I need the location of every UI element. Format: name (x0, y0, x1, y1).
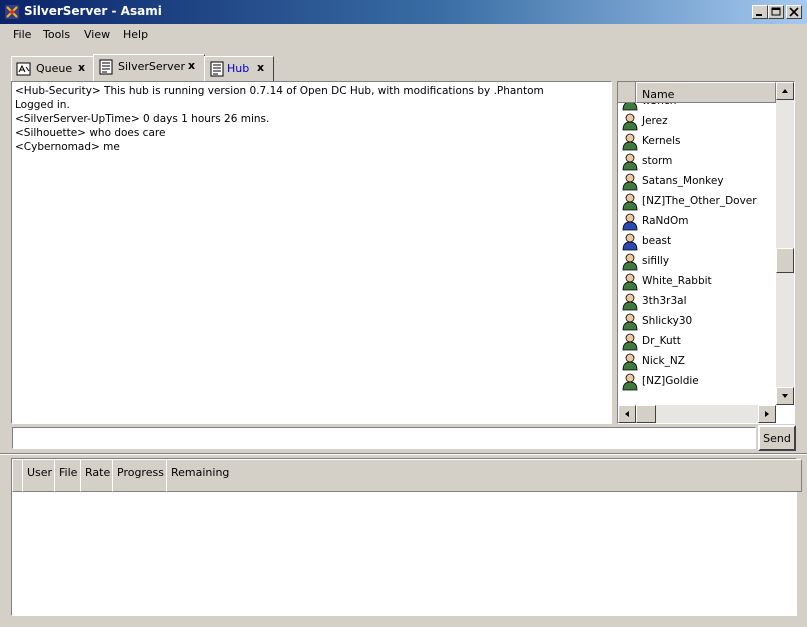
user-name: Nick_NZ (642, 355, 685, 367)
user-row[interactable]: Jerez (622, 112, 772, 132)
user-name: Jerez (642, 115, 668, 127)
chat-line: <SilverServer-UpTime> 0 days 1 hours 26 … (15, 113, 270, 125)
message-input[interactable] (12, 427, 756, 449)
chat-line: <Hub-Security> This hub is running versi… (15, 85, 544, 97)
user-row[interactable]: storm (622, 152, 772, 172)
menu-bar: File Tools View Help (4, 24, 803, 46)
app-icon (4, 4, 20, 20)
user-name: beast (642, 235, 672, 247)
transfer-list[interactable]: User File Rate Progress Remaining (11, 458, 802, 616)
user-icon-green (622, 113, 638, 131)
user-icon-green (622, 353, 638, 371)
tab-close-icon[interactable]: x (257, 61, 264, 74)
user-name: [NZ]Goldie (642, 375, 699, 387)
user-name: 3th3r3al (642, 295, 687, 307)
title-bar[interactable]: SilverServer - Asami (0, 0, 807, 24)
user-row[interactable]: 3th3r3al (622, 292, 772, 312)
user-name: Shlicky30 (642, 315, 693, 327)
queue-icon (16, 61, 32, 77)
user-icon-blue (622, 233, 638, 251)
chat-log[interactable]: <Hub-Security> This hub is running versi… (11, 81, 612, 424)
chat-line: <Silhouette> who does care (15, 127, 166, 139)
tab-hub[interactable]: Hub x (204, 56, 274, 81)
user-icon-green (622, 273, 638, 291)
user-row[interactable]: Dr_Kutt (622, 332, 772, 352)
user-icon-green (622, 333, 638, 351)
user-icon-green (622, 133, 638, 151)
scroll-thumb[interactable] (636, 405, 656, 423)
tab-close-icon[interactable]: x (78, 61, 85, 74)
user-row[interactable]: Kernels (622, 132, 772, 152)
user-name: Kernels (642, 135, 681, 147)
tab-silverserver[interactable]: SilverServer x (93, 54, 205, 82)
user-row[interactable]: sifilly (622, 252, 772, 272)
user-row[interactable]: beast (622, 232, 772, 252)
user-name: RaNdOm (642, 215, 689, 227)
tab-label: Hub (227, 62, 250, 75)
menu-tools[interactable]: Tools (43, 28, 70, 41)
user-name: White_Rabbit (642, 275, 712, 287)
column-remaining[interactable]: Remaining (166, 459, 802, 492)
user-row[interactable]: RaNdOm (622, 212, 772, 232)
user-row[interactable]: [NZ]Goldie (622, 372, 772, 392)
user-list-header-blank (618, 82, 636, 103)
user-name: storm (642, 155, 673, 167)
user-name: sifilly (642, 255, 670, 267)
user-name: [NZ]The_Other_Dover (642, 195, 757, 207)
user-icon-green (622, 293, 638, 311)
document-icon (98, 59, 114, 75)
scroll-left-button[interactable] (618, 405, 636, 423)
user-name: Satans_Monkey (642, 175, 724, 187)
user-list-vscrollbar[interactable] (776, 82, 794, 405)
close-button[interactable] (786, 5, 802, 19)
user-list-header-name[interactable]: Name (636, 82, 776, 103)
tab-queue[interactable]: Queue x (11, 56, 94, 81)
scroll-thumb[interactable] (776, 248, 794, 273)
user-list[interactable]: Name w3nch Jerez Kernels storm Satans_Mo… (617, 81, 795, 424)
user-name: w3nch (642, 103, 676, 107)
user-row[interactable]: Nick_NZ (622, 352, 772, 372)
chat-line: Logged in. (15, 99, 70, 111)
user-row[interactable]: White_Rabbit (622, 272, 772, 292)
tab-label: SilverServer (118, 60, 185, 73)
maximize-button[interactable] (768, 5, 784, 19)
column-progress[interactable]: Progress (112, 459, 172, 492)
user-icon-green (622, 373, 638, 391)
menu-view[interactable]: View (84, 28, 110, 41)
user-icon-blue (622, 213, 638, 231)
user-row[interactable]: [NZ]The_Other_Dover (622, 192, 772, 212)
user-rows: w3nch Jerez Kernels storm Satans_Monkey … (618, 103, 776, 404)
menu-file[interactable]: File (13, 28, 31, 41)
user-row[interactable]: w3nch (622, 103, 772, 112)
user-icon-green (622, 313, 638, 331)
minimize-button[interactable] (752, 5, 768, 19)
menu-help[interactable]: Help (123, 28, 148, 41)
user-row[interactable]: Shlicky30 (622, 312, 772, 332)
user-name: Dr_Kutt (642, 335, 681, 347)
chat-line: <Cybernomad> me (15, 141, 120, 153)
tab-close-icon[interactable]: x (188, 59, 195, 72)
send-button[interactable]: Send (758, 425, 796, 451)
user-icon-green (622, 153, 638, 171)
window-title: SilverServer - Asami (24, 4, 162, 18)
splitter[interactable] (0, 453, 807, 455)
user-icon-green (622, 193, 638, 211)
scroll-up-button[interactable] (776, 82, 794, 100)
scroll-right-button[interactable] (758, 405, 776, 423)
user-row[interactable]: Satans_Monkey (622, 172, 772, 192)
scroll-down-button[interactable] (776, 387, 794, 405)
user-icon-green (622, 103, 638, 111)
user-icon-green (622, 173, 638, 191)
user-icon-green (622, 253, 638, 271)
tab-label: Queue (36, 62, 73, 75)
user-list-hscrollbar[interactable] (618, 405, 776, 423)
document-icon (209, 61, 225, 77)
